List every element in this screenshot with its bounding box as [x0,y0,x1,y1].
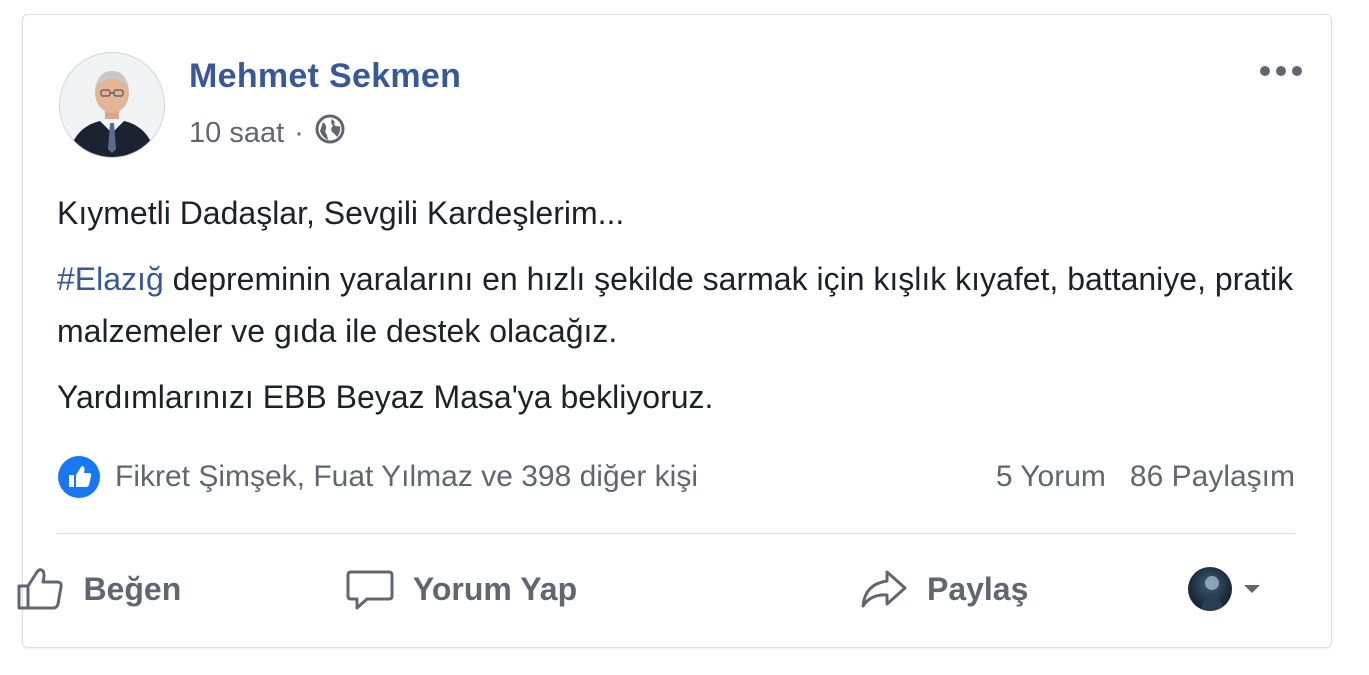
globe-icon[interactable] [314,113,346,153]
share-arrow-icon [859,566,909,612]
post-timestamp[interactable]: 10 saat [189,117,284,150]
share-button-label: Paylaş [926,570,1029,607]
action-bar: Beğen Yorum Yap Paylaş [17,551,1295,627]
author-name[interactable]: Mehmet Sekmen [189,57,461,96]
comment-count[interactable]: 5 Yorum [996,460,1106,494]
post-body: Kıymetli Dadaşlar, Sevgili Kardeşlerim..… [57,187,1297,437]
chevron-down-icon [1242,583,1262,595]
reactions-summary[interactable]: Fikret Şimşek, Fuat Yılmaz ve 398 diğer … [57,455,698,499]
reactions-text: Fikret Şimşek, Fuat Yılmaz ve 398 diğer … [115,460,698,493]
post-paragraph-2: #Elazığ depreminin yaralarını en hızlı ş… [57,253,1297,357]
like-button-label: Beğen [83,570,182,607]
share-count[interactable]: 86 Paylaşım [1130,460,1295,494]
post-as-selector[interactable] [1155,551,1295,627]
user-avatar-icon [1188,567,1233,611]
post-card: Mehmet Sekmen 10 saat · Kıymetli Dadaşla… [17,14,1332,648]
actions-divider [57,533,1295,534]
post-meta: 10 saat · [189,113,346,153]
comment-button[interactable]: Yorum Yap [250,551,673,627]
post-paragraph-3: Yardımlarınızı EBB Beyaz Masa'ya bekliyo… [57,379,714,415]
like-reaction-icon [57,455,101,499]
profile-photo [60,53,164,157]
post-paragraph-1: Kıymetli Dadaşlar, Sevgili Kardeşlerim..… [57,195,625,231]
hashtag-link[interactable]: #Elazığ [57,261,164,297]
comment-button-label: Yorum Yap [412,570,578,607]
engagement-counts: 5 Yorum 86 Paylaşım [996,460,1295,494]
more-options-icon[interactable] [1255,51,1307,91]
post-stats: Fikret Şimşek, Fuat Yılmaz ve 398 diğer … [57,453,1295,501]
comment-bubble-icon [345,566,395,612]
meta-separator: · [294,116,304,149]
post-paragraph-2-text: depreminin yaralarını en hızlı şekilde s… [57,261,1294,349]
author-avatar[interactable] [59,52,165,158]
share-button[interactable]: Paylaş [732,551,1155,627]
thumbs-up-icon [15,566,65,612]
